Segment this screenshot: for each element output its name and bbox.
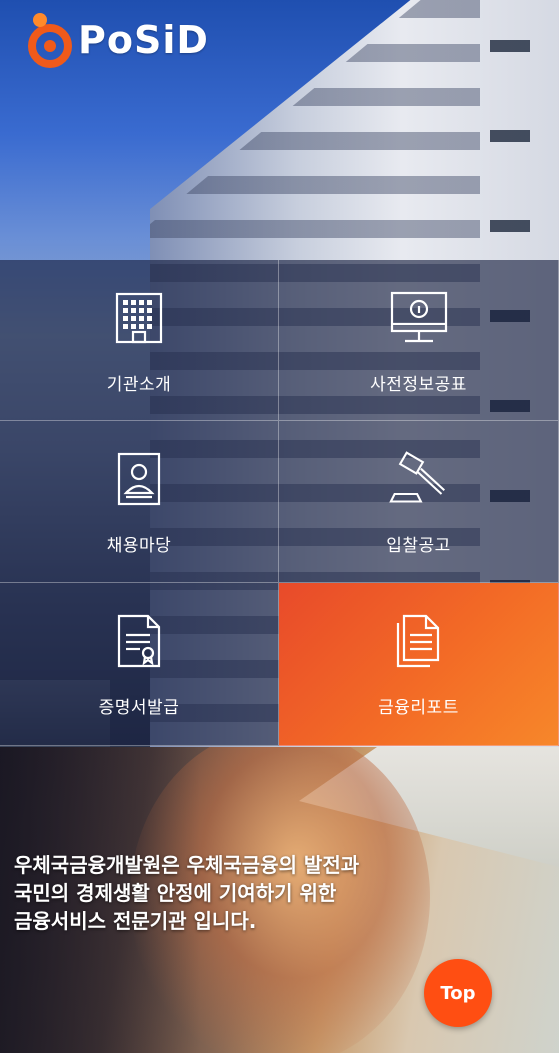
logo-text: PoSiD: [78, 18, 209, 62]
logo[interactable]: PoSiD: [26, 12, 209, 68]
documents-icon: [389, 611, 449, 671]
scroll-top-button[interactable]: Top: [424, 959, 492, 1027]
monitor-info-icon: [389, 288, 449, 348]
tagline-line: 국민의 경제생활 안정에 기여하기 위한: [14, 881, 337, 905]
menu-label: 채용마당: [106, 536, 172, 556]
tagline-line: 금융서비스 전문기관 입니다.: [14, 909, 257, 933]
certificate-icon: [109, 611, 169, 671]
gavel-icon: [388, 449, 449, 509]
id-card-icon: [109, 449, 169, 509]
menu-label: 사전정보공표: [370, 375, 467, 395]
tagline-line: 우체국금융개발원은 우체국금융의 발전과: [14, 853, 360, 877]
menu-grid: 기관소개 사전정보공표 채용마당 입찰공고 증명서발급 금융리포트: [0, 260, 559, 746]
menu-item-certificate[interactable]: 증명서발급: [0, 583, 279, 746]
menu-label: 증명서발급: [98, 698, 180, 718]
menu-item-bidding[interactable]: 입찰공고: [279, 421, 559, 583]
menu-label: 입찰공고: [386, 536, 451, 556]
tagline: 우체국금융개발원은 우체국금융의 발전과 국민의 경제생활 안정에 기여하기 위…: [14, 851, 514, 935]
menu-item-finance-report[interactable]: 금융리포트: [279, 583, 559, 746]
menu-label: 기관소개: [106, 375, 172, 395]
menu-item-recruit[interactable]: 채용마당: [0, 421, 279, 583]
logo-mark-icon: [26, 12, 74, 68]
menu-item-about[interactable]: 기관소개: [0, 260, 279, 421]
menu-item-disclosure[interactable]: 사전정보공표: [279, 260, 559, 421]
building-icon: [109, 288, 169, 348]
menu-label: 금융리포트: [378, 698, 459, 718]
